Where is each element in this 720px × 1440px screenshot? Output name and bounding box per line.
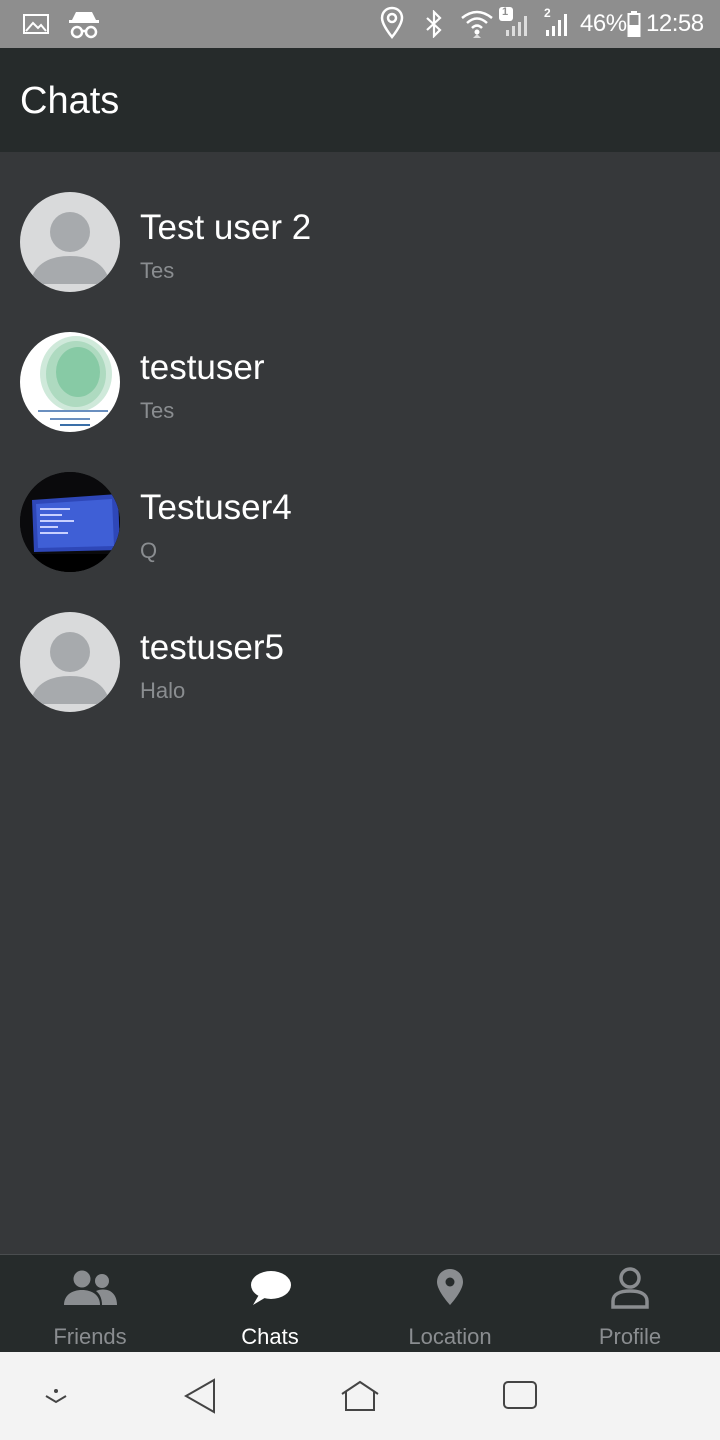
chat-preview: Q xyxy=(140,538,158,563)
chat-preview: Tes xyxy=(140,398,175,423)
battery-percentage: 46% xyxy=(580,10,627,37)
tab-profile[interactable]: Profile xyxy=(540,1255,720,1353)
chat-preview: Tes xyxy=(140,258,175,283)
chat-item-testuser[interactable]: testuser Tes xyxy=(0,292,720,432)
image-icon xyxy=(22,12,50,41)
status-bar: 1 2 46% 12:58 xyxy=(0,0,720,48)
signal-icon: 1 xyxy=(498,6,534,45)
page-title: Chats xyxy=(20,80,120,122)
chat-bubble-icon xyxy=(240,1265,300,1311)
chat-item-testuser5[interactable]: testuser5 Halo xyxy=(0,572,720,712)
chat-name: testuser5 xyxy=(140,628,284,667)
chat-name: Test user 2 xyxy=(140,208,312,247)
chat-item-testuser4[interactable]: Testuser4 Q xyxy=(0,432,720,572)
chat-list: Test user 2 Tes testuser Tes Testuser4 Q… xyxy=(0,152,720,1254)
tab-label: Friends xyxy=(53,1324,127,1349)
tab-chats[interactable]: Chats xyxy=(180,1255,360,1353)
wifi-icon xyxy=(460,8,494,45)
chat-item-test-user-2[interactable]: Test user 2 Tes xyxy=(0,152,720,292)
chat-name: Testuser4 xyxy=(140,488,292,527)
bottom-nav: Friends Chats Location Profile xyxy=(0,1254,720,1352)
avatar[interactable] xyxy=(20,472,120,572)
back-icon[interactable] xyxy=(178,1374,222,1418)
recent-apps-icon[interactable] xyxy=(498,1374,542,1418)
signal-icon: 2 xyxy=(542,6,576,45)
map-pin-icon xyxy=(420,1265,480,1311)
bluetooth-icon xyxy=(424,9,444,43)
tab-label: Location xyxy=(408,1324,492,1349)
tab-label: Chats xyxy=(241,1324,299,1349)
home-icon[interactable] xyxy=(338,1374,382,1418)
tab-location[interactable]: Location xyxy=(360,1255,540,1353)
avatar[interactable] xyxy=(20,612,120,712)
sim1-badge: 1 xyxy=(502,6,509,18)
friends-icon xyxy=(60,1265,120,1311)
chat-name: testuser xyxy=(140,348,265,387)
clock: 12:58 xyxy=(646,10,704,37)
sim2-badge: 2 xyxy=(544,6,551,20)
tab-friends[interactable]: Friends xyxy=(0,1255,180,1353)
incognito-icon xyxy=(66,8,102,45)
battery-icon xyxy=(627,10,641,43)
avatar[interactable] xyxy=(20,192,120,292)
app-bar: Chats xyxy=(0,48,720,152)
avatar[interactable] xyxy=(20,332,120,432)
chat-preview: Halo xyxy=(140,678,186,703)
system-nav-bar xyxy=(0,1352,720,1440)
hide-nav-icon[interactable] xyxy=(34,1374,78,1418)
profile-icon xyxy=(600,1265,660,1311)
location-icon xyxy=(380,6,404,45)
tab-label: Profile xyxy=(598,1324,662,1349)
